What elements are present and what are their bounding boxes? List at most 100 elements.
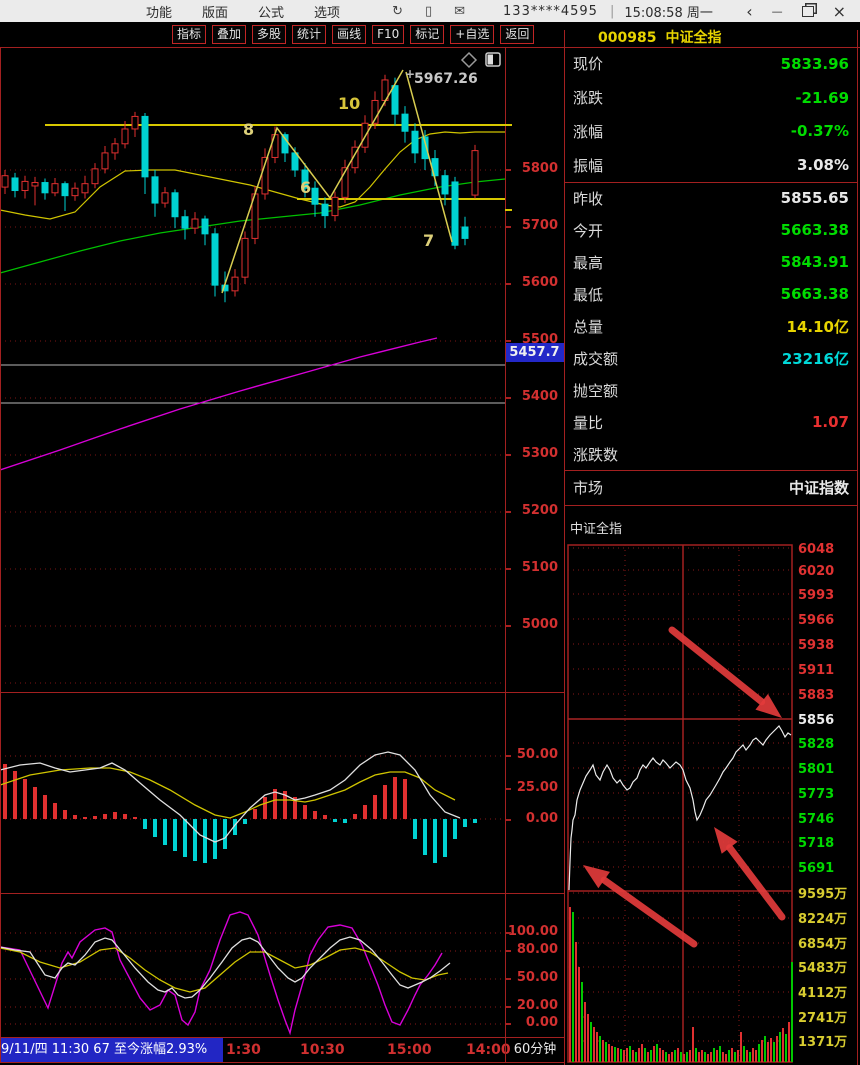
axis-label: 5600 (521, 275, 558, 290)
divider (565, 505, 858, 506)
toolbar-button-统计[interactable]: 统计 (292, 25, 327, 44)
phone-icon[interactable]: ▯ (425, 4, 432, 19)
intraday-price-label: 5993 (798, 588, 834, 603)
svg-text:6: 6 (300, 178, 311, 197)
back-icon[interactable]: ‹ (746, 2, 752, 21)
stock-name: 中证全指 (665, 30, 722, 46)
mail-icon[interactable]: ✉ (454, 4, 465, 19)
restore-icon[interactable] (801, 5, 814, 17)
quote-label: 成交额 (573, 349, 619, 368)
kdj-panel[interactable] (0, 893, 505, 1037)
menu-item-formula[interactable]: 公式 (258, 2, 284, 21)
clock: 15:08:58 周一 (624, 5, 713, 21)
axis-label: 50.00 (516, 970, 558, 985)
quote-row: 最低 5663.38 (567, 284, 857, 305)
quote-label: 抛空额 (573, 381, 619, 400)
intraday-price-label: 5966 (798, 613, 834, 628)
intraday-price-label: 5718 (798, 836, 834, 851)
market-row: 市场 中证指数 (567, 470, 857, 505)
minimize-icon[interactable]: — (772, 5, 783, 18)
axis-tick (505, 819, 511, 821)
toolbar-button-多股[interactable]: 多股 (252, 25, 287, 44)
intraday-price-label: 5746 (798, 812, 834, 827)
quote-value: -0.37% (790, 122, 849, 141)
axis-label: 25.00 (516, 780, 558, 795)
menu-item-function[interactable]: 功能 (146, 2, 172, 21)
quote-label: 最高 (573, 253, 604, 272)
status-gain: 至今涨幅2.93% (113, 1042, 208, 1057)
quote-row: 抛空额 (567, 380, 857, 401)
quote-value: 5855.65 (780, 189, 849, 207)
quote-value: -21.69 (795, 88, 849, 107)
axis-tick (505, 755, 511, 757)
time-axis-label: 1:30 (226, 1042, 261, 1058)
refresh-icon[interactable]: ↻ (392, 4, 403, 19)
toolbar-button-叠加[interactable]: 叠加 (212, 25, 247, 44)
axis-label: 20.00 (516, 998, 558, 1013)
divider (0, 692, 565, 693)
intraday-price-label: 5911 (798, 663, 834, 678)
menu-item-options[interactable]: 选项 (314, 2, 340, 21)
frame-line (857, 30, 858, 1065)
toolbar-button-+自选[interactable]: +自选 (450, 25, 495, 44)
quote-row: 成交额 23216亿 (567, 348, 857, 369)
axis-tick (505, 454, 511, 456)
toolbar-button-指标[interactable]: 指标 (172, 25, 207, 44)
quote-value: 23216亿 (781, 349, 849, 368)
frame-line (505, 47, 506, 1062)
quote-row: 最高 5843.91 (567, 252, 857, 273)
stock-code: 000985 (598, 30, 657, 46)
axis-label: 5400 (521, 389, 558, 404)
quote-label: 涨跌 (573, 89, 604, 108)
frame-line (564, 30, 565, 1065)
axis-tick (505, 1006, 511, 1008)
intraday-chart[interactable]: 6048 6020 5993 5966 5938 5911 5883 5856 5828 5801… (565, 505, 860, 1065)
period-label[interactable]: 60分钟 (505, 1038, 565, 1062)
quote-detail-box: 昨收 5855.65 今开 5663.38 最高 5843.91 最低 5663.38 总量 14… (567, 182, 857, 470)
status-bar: 9/11/四 11:30 67 至今涨幅2.93% 1:30 10:30 15:00… (0, 1038, 511, 1062)
divider (565, 182, 858, 183)
quote-label: 今开 (573, 221, 604, 240)
quote-row: 现价 5833.96 (567, 53, 857, 74)
toolbar-button-标记[interactable]: 标记 (410, 25, 445, 44)
time-axis-label: 15:00 (387, 1042, 432, 1058)
axis-tick (505, 932, 511, 934)
quote-label: 振幅 (573, 156, 604, 175)
axis-label: 5000 (521, 617, 558, 632)
svg-text:7: 7 (423, 231, 434, 250)
close-icon[interactable]: × (833, 2, 846, 21)
status-date: 9/11/四 11:30 67 (1, 1042, 114, 1057)
divider (0, 1037, 565, 1038)
axis-label: 0.00 (525, 1015, 558, 1030)
toolbar-button-画线[interactable]: 画线 (332, 25, 367, 44)
time-axis-label: 14:00 (466, 1042, 511, 1058)
market-label: 市场 (573, 479, 604, 497)
axis-label: 5300 (521, 446, 558, 461)
menu-bar: 功能 版面 公式 选项 ↻ ▯ ✉ 133****4595 | 15:08:58… (0, 0, 860, 22)
axis-label: 5700 (521, 218, 558, 233)
quote-value: 5663.38 (780, 285, 849, 303)
axis-tick (505, 397, 511, 399)
macd-panel[interactable] (0, 692, 505, 893)
intraday-volume-label: 2741万 (798, 1011, 847, 1026)
intraday-price-label: 5883 (798, 688, 834, 703)
chart-toolbar: 指标 叠加 多股 统计 画线 F10 标记 +自选 返回 000985 中证全指 (0, 22, 860, 47)
annotation-arrow (726, 844, 786, 921)
menu-separator: | (609, 3, 615, 19)
market-value: 中证指数 (788, 479, 849, 497)
menu-item-layout[interactable]: 版面 (202, 2, 228, 21)
toolbar-button-F10[interactable]: F10 (372, 25, 405, 44)
svg-text:8: 8 (243, 120, 254, 139)
candlestick-chart[interactable]: 86107+5967.26 (0, 47, 505, 692)
toolbar-buttons: 指标 叠加 多股 统计 画线 F10 标记 +自选 返回 (172, 25, 535, 44)
quote-row: 昨收 5855.65 (567, 188, 857, 209)
quote-value: 1.07 (811, 413, 849, 431)
quote-label: 总量 (573, 317, 604, 336)
axis-tick (505, 1023, 511, 1025)
toolbar-button-返回[interactable]: 返回 (500, 25, 535, 44)
intraday-price-label: 5801 (798, 762, 834, 777)
axis-label: 5800 (521, 161, 558, 176)
axis-label: 50.00 (516, 747, 558, 762)
axis-tick (505, 226, 511, 228)
intraday-price-label: 5691 (798, 861, 834, 876)
